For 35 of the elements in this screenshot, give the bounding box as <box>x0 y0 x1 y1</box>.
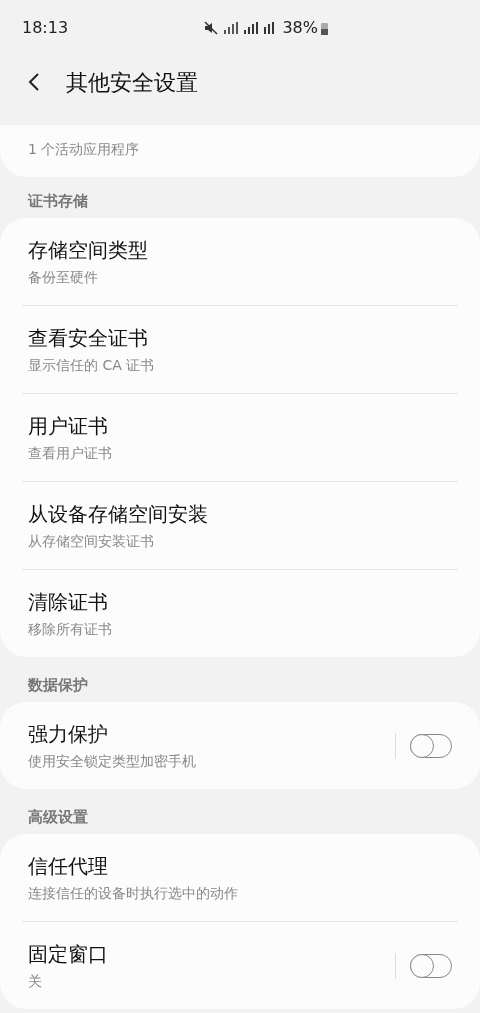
list-card[interactable]: 1 个活动应用程序 <box>0 125 480 177</box>
setting-row[interactable]: 查看安全证书 显示信任的 CA 证书 <box>0 306 480 393</box>
status-time: 18:13 <box>22 17 69 39</box>
setting-row[interactable]: 清除证书 移除所有证书 <box>0 570 480 657</box>
item-subtitle: 移除所有证书 <box>28 620 113 639</box>
back-icon[interactable] <box>28 72 40 92</box>
section-header: 证书存储 <box>28 192 88 210</box>
item-subtitle: 关 <box>28 972 43 991</box>
setting-row[interactable]: 用户证书 查看用户证书 <box>0 394 480 481</box>
item-subtitle: 使用安全锁定类型加密手机 <box>28 752 197 771</box>
item-title: 清除证书 <box>28 589 109 616</box>
battery-icon <box>321 21 328 35</box>
setting-row[interactable]: 存储空间类型 备份至硬件 <box>0 218 480 305</box>
section-header: 数据保护 <box>28 676 88 694</box>
item-title: 强力保护 <box>28 721 109 748</box>
page-title: 其他安全设置 <box>66 68 198 97</box>
section-header: 高级设置 <box>28 808 88 826</box>
item-title: 存储空间类型 <box>28 237 149 264</box>
item-subtitle: 显示信任的 CA 证书 <box>28 356 156 375</box>
item-title: 用户证书 <box>28 413 109 440</box>
item-subtitle: 1 个活动应用程序 <box>28 141 140 157</box>
item-subtitle: 备份至硬件 <box>28 268 99 287</box>
item-title: 从设备存储空间安装 <box>28 501 209 528</box>
item-title: 信任代理 <box>28 853 109 880</box>
mute-icon <box>204 21 219 35</box>
setting-row[interactable]: 信任代理 连接信任的设备时执行选中的动作 <box>0 834 480 921</box>
item-title: 查看安全证书 <box>28 325 149 352</box>
item-title: 固定窗口 <box>28 941 109 968</box>
setting-row[interactable]: 强力保护 使用安全锁定类型加密手机 <box>0 702 480 789</box>
item-subtitle: 从存储空间安装证书 <box>28 532 155 551</box>
setting-row[interactable]: 从设备存储空间安装 从存储空间安装证书 <box>0 482 480 569</box>
battery-percentage: 38% <box>282 17 318 39</box>
item-subtitle: 连接信任的设备时执行选中的动作 <box>28 884 239 903</box>
item-subtitle: 查看用户证书 <box>28 444 113 463</box>
setting-row[interactable]: 固定窗口 关 <box>0 922 480 1009</box>
